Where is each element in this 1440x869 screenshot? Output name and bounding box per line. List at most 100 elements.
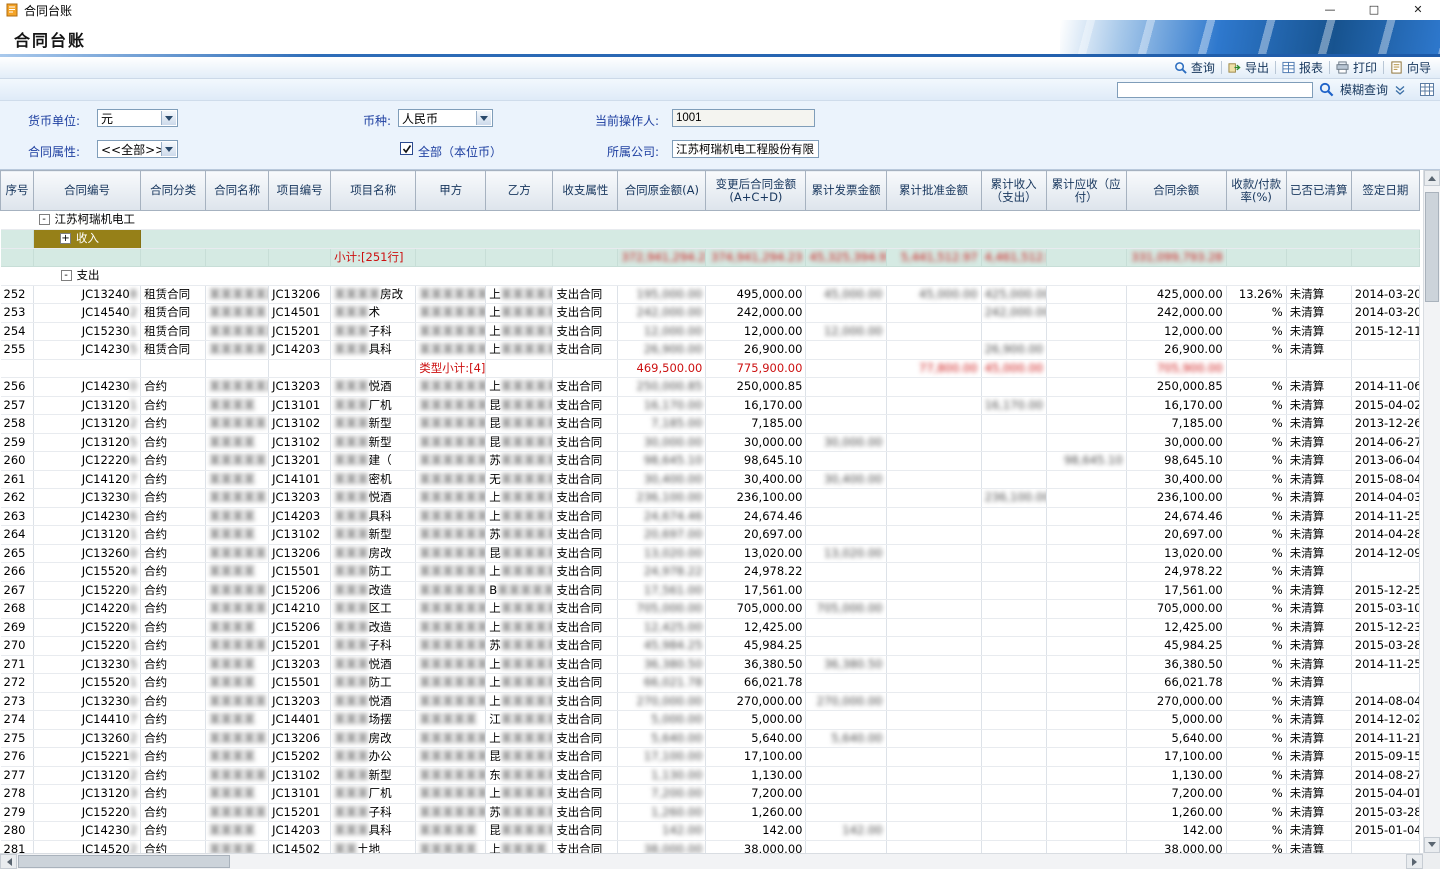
- search-input[interactable]: [1117, 82, 1313, 98]
- search-button[interactable]: 查询: [1174, 59, 1215, 76]
- table-row[interactable]: 266JC155204合约某某某某JC15501某某某防工某某某某某某上某某某某…: [1, 563, 1420, 582]
- table-row[interactable]: 255JC142305租赁合同某某某某某JC14203某某某具科某某某某某某某上…: [1, 341, 1420, 360]
- column-header[interactable]: 合同分类: [141, 171, 206, 211]
- column-header[interactable]: 乙方: [486, 171, 553, 211]
- currency-type-select[interactable]: 人民币: [398, 109, 493, 127]
- column-header[interactable]: 变更后合同金额(A+C+D): [706, 171, 806, 211]
- vertical-scrollbar[interactable]: [1423, 170, 1440, 853]
- table-row[interactable]: 252JC132408租赁合同某某某某某某JC13206某某某某房改某某某某某某…: [1, 285, 1420, 304]
- table-row[interactable]: 267JC152200合约某某某某某JC15206某某某改造某某某某某某B某某某…: [1, 581, 1420, 600]
- table-row[interactable]: 258JC131202合约某某某某某JC13102某某某新型某某某某某某昆某某某…: [1, 415, 1420, 434]
- column-header[interactable]: 已否已清算: [1286, 171, 1351, 211]
- horizontal-scrollbar[interactable]: [0, 853, 1423, 869]
- company-input[interactable]: [672, 140, 819, 158]
- toolbar-items: 查询导出报表打印向导: [1169, 59, 1436, 76]
- table-row[interactable]: 276JC152210合约某某某某JC15202某某某办公某某某某某某昆某某某某…: [1, 748, 1420, 767]
- column-header[interactable]: 累计批准金额: [886, 171, 981, 211]
- column-header[interactable]: 收支属性: [553, 171, 618, 211]
- table-cell: JC14203: [269, 507, 331, 526]
- table-row[interactable]: 256JC142300合约某某某某某某JC13203某某某悦酒某某某某某某某上某…: [1, 378, 1420, 397]
- table-row[interactable]: 277JC131202合约某某某某某JC13102某某某新型某某某某某某东某某某…: [1, 766, 1420, 785]
- scroll-right-button[interactable]: [1406, 854, 1423, 869]
- combo-arrow-icon[interactable]: [476, 111, 491, 125]
- table-cell: 250,000.85: [1126, 378, 1226, 397]
- combo-arrow-icon[interactable]: [161, 142, 176, 156]
- contract-attr-select[interactable]: <<全部>>: [97, 140, 178, 158]
- table-row[interactable]: 272JC155201合约某某某某JC15501某某某防工某某某某某某上某某某某…: [1, 674, 1420, 693]
- column-header[interactable]: 项目编号: [269, 171, 331, 211]
- table-row[interactable]: 260JC122206合约某某某某某JC13201某某某建（某某某某某某苏某某某…: [1, 452, 1420, 471]
- scroll-left-button[interactable]: [0, 854, 17, 869]
- column-header[interactable]: 累计应收（应付）: [1046, 171, 1126, 211]
- column-header[interactable]: 合同余额: [1126, 171, 1226, 211]
- base-currency-checkbox[interactable]: [400, 142, 413, 155]
- chevron-down-icon[interactable]: [1394, 84, 1406, 96]
- table-cell: [981, 655, 1046, 674]
- scroll-down-button[interactable]: [1424, 837, 1440, 853]
- column-header[interactable]: 合同名称: [206, 171, 269, 211]
- table-row[interactable]: 273JC132300合约某某某某某JC13203某某某悦酒某某某某某某某上某某…: [1, 692, 1420, 711]
- table-cell: 未清算: [1286, 729, 1351, 748]
- maximize-button[interactable]: □: [1352, 0, 1396, 20]
- table-row[interactable]: 275JC132602合约某某某某某JC13206某某某房改某某某某某某上某某某…: [1, 729, 1420, 748]
- column-header[interactable]: 合同原金额(A): [618, 171, 706, 211]
- table-row[interactable]: 262JC132300合约某某某某某JC13203某某某悦酒某某某某某某某上某某…: [1, 489, 1420, 508]
- subtotal-row-income[interactable]: 小计:[251行]372,941,294.23374,941,294.2345,…: [1, 248, 1420, 267]
- table-cell: 某某某新型: [331, 415, 416, 434]
- column-header[interactable]: 项目名称: [331, 171, 416, 211]
- table-row[interactable]: 279JC152201合约某某某某某JC15201某某某子科某某某某某某苏某某某…: [1, 803, 1420, 822]
- tree-toggle-icon[interactable]: +: [60, 233, 71, 244]
- group-row-company[interactable]: -江苏柯瑞机电工: [1, 211, 1420, 230]
- vertical-scroll-thumb[interactable]: [1425, 192, 1439, 302]
- table-row[interactable]: 264JC131201合约某某某某JC13102某某某新型某某某某某某苏某某某某…: [1, 526, 1420, 545]
- group-row-expense[interactable]: -支出: [1, 267, 1420, 286]
- column-header[interactable]: 甲方: [416, 171, 486, 211]
- close-button[interactable]: ✕: [1396, 0, 1440, 20]
- column-header[interactable]: 合同编号: [34, 171, 141, 211]
- wizard-button[interactable]: 向导: [1390, 59, 1431, 76]
- table-cell: JC13102: [269, 526, 331, 545]
- scroll-up-button[interactable]: [1424, 170, 1440, 186]
- table-row[interactable]: 271JC132305合约某某某某JC13203某某某悦酒某某某某某某某上某某某…: [1, 655, 1420, 674]
- horizontal-scroll-thumb[interactable]: [18, 855, 230, 868]
- table-cell: [981, 378, 1046, 397]
- fuzzy-search-label[interactable]: 模糊查询: [1340, 81, 1388, 98]
- table-row[interactable]: 274JC144107合约某某某某JC14401某某某场摆某某某某某江某某某某某…: [1, 711, 1420, 730]
- report-button[interactable]: 报表: [1282, 59, 1323, 76]
- table-cell: [1286, 248, 1351, 267]
- table-row[interactable]: 261JC141207合约某某某某JC14101某某某密机某某某某某某某无某某某…: [1, 470, 1420, 489]
- export-button[interactable]: 导出: [1228, 59, 1269, 76]
- column-header[interactable]: 序号: [1, 171, 34, 211]
- group-row-income[interactable]: +收入: [1, 229, 1420, 248]
- table-cell: JC145402: [34, 304, 141, 323]
- currency-unit-select[interactable]: 元: [97, 109, 178, 127]
- table-row[interactable]: 270JC152201合约某某某某某JC15201某某某子科某某某某某某苏某某某…: [1, 637, 1420, 656]
- grid-view-icon[interactable]: [1420, 83, 1434, 96]
- minimize-button[interactable]: —: [1308, 0, 1352, 20]
- table-cell: 某某某具科: [331, 507, 416, 526]
- table-row[interactable]: 259JC131205合约某某某某JC13102某某某新型某某某某某某昆某某某某…: [1, 433, 1420, 452]
- operator-input[interactable]: [672, 109, 815, 127]
- column-header[interactable]: 收款/付款率(%): [1226, 171, 1286, 211]
- table-row[interactable]: 257JC131201合约某某某某JC13101某某某厂机某某某某某某昆某某某某…: [1, 396, 1420, 415]
- column-header[interactable]: 累计收入（支出）: [981, 171, 1046, 211]
- subtotal-row-category[interactable]: 类型小计:[4]469,500.00775,900.0077,800.0045,…: [1, 359, 1420, 378]
- combo-arrow-icon[interactable]: [161, 111, 176, 125]
- table-row[interactable]: 268JC142206合约某某某某某JC14210某某某区工某某某某某某某上某某…: [1, 600, 1420, 619]
- table-row[interactable]: 254JC152301租赁合同某某某某某某JC15201某某某子科某某某某某某某…: [1, 322, 1420, 341]
- tree-toggle-icon[interactable]: -: [61, 270, 72, 281]
- table-cell: 某某某某某: [206, 600, 269, 619]
- column-header[interactable]: 签定日期: [1351, 171, 1419, 211]
- table-row[interactable]: 253JC145402租赁合同某某某某某JC14501某某某术某某某某某某某上某…: [1, 304, 1420, 323]
- table-row[interactable]: 280JC142302合约某某某某JC14203某某某具科某某某某某昆某某某某某…: [1, 822, 1420, 841]
- base-currency-checkbox-label[interactable]: 全部（本位币）: [418, 143, 502, 160]
- tree-toggle-icon[interactable]: -: [39, 214, 50, 225]
- table-row[interactable]: 278JC131203合约某某某某JC13101某某某厂机某某某某某某上某某某某…: [1, 785, 1420, 804]
- table-row[interactable]: 269JC152206合约某某某某JC15206某某某改造某某某某某某上某某某某…: [1, 618, 1420, 637]
- table-row[interactable]: 263JC142306合约某某某某JC14203某某某具科某某某某某某上某某某某…: [1, 507, 1420, 526]
- print-button[interactable]: 打印: [1336, 59, 1377, 76]
- column-header[interactable]: 累计发票金额: [806, 171, 886, 211]
- table-cell: 2014-12-02: [1351, 711, 1419, 730]
- table-row[interactable]: 265JC132600合约某某某某某JC13206某某某房改某某某某某某昆某某某…: [1, 544, 1420, 563]
- search-magnifier-icon[interactable]: [1319, 82, 1334, 97]
